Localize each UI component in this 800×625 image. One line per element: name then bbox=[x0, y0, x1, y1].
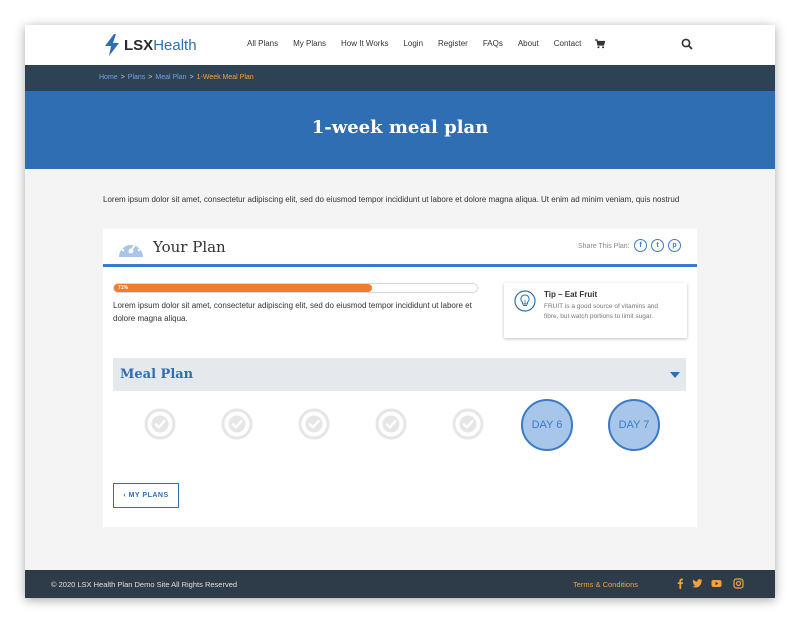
breadcrumb-home[interactable]: Home bbox=[99, 74, 118, 81]
day-completed-check-circle-icon[interactable] bbox=[143, 407, 177, 441]
share-facebook-icon[interactable]: f bbox=[634, 239, 647, 252]
site-logo[interactable]: LSXHealth bbox=[103, 33, 197, 57]
share-label: Share This Plan: bbox=[578, 243, 630, 250]
lightning-bolt-icon bbox=[105, 34, 119, 56]
logo-text: LSXHealth bbox=[124, 37, 197, 54]
breadcrumb-plans[interactable]: Plans bbox=[128, 74, 146, 81]
copyright-text: © 2020 LSX Health Plan Demo Site All Rig… bbox=[51, 580, 238, 589]
nav-faqs[interactable]: FAQs bbox=[483, 39, 503, 48]
breadcrumb-separator: > bbox=[148, 74, 153, 81]
lightbulb-icon bbox=[514, 290, 536, 312]
instagram-icon[interactable] bbox=[733, 578, 744, 589]
tip-box: Tip – Eat Fruit FRUIT is a good source o… bbox=[504, 283, 687, 338]
nav-about[interactable]: About bbox=[518, 39, 539, 48]
gauge-icon bbox=[119, 240, 143, 257]
youtube-icon[interactable] bbox=[711, 578, 722, 589]
my-plans-button[interactable]: ‹ MY PLANS bbox=[113, 483, 179, 508]
search-icon[interactable] bbox=[681, 38, 693, 50]
breadcrumb-bar: Home > Plans > Meal Plan >1-Week Meal Plan bbox=[25, 65, 775, 91]
share-pinterest-icon[interactable]: p bbox=[668, 239, 681, 252]
meal-plan-title: Meal Plan bbox=[120, 367, 194, 382]
nav-all-plans[interactable]: All Plans bbox=[247, 39, 278, 48]
day-button[interactable]: DAY 6 bbox=[521, 399, 573, 451]
intro-text: Lorem ipsum dolor sit amet, consectetur … bbox=[103, 195, 680, 204]
cart-icon[interactable] bbox=[595, 39, 605, 49]
breadcrumb-separator: > bbox=[120, 74, 125, 81]
day-completed-check-circle-icon[interactable] bbox=[220, 407, 254, 441]
plan-card-header: Your Plan Share This Plan: f t p bbox=[103, 229, 697, 267]
main-nav: All Plans My Plans How It Works Login Re… bbox=[247, 39, 596, 48]
nav-contact[interactable]: Contact bbox=[554, 39, 582, 48]
day-completed-check-circle-icon[interactable] bbox=[297, 407, 331, 441]
nav-how-it-works[interactable]: How It Works bbox=[341, 39, 388, 48]
nav-register[interactable]: Register bbox=[438, 39, 468, 48]
breadcrumb-separator: > bbox=[189, 74, 194, 81]
site-footer: © 2020 LSX Health Plan Demo Site All Rig… bbox=[25, 570, 775, 598]
nav-my-plans[interactable]: My Plans bbox=[293, 39, 326, 48]
twitter-icon[interactable] bbox=[692, 578, 703, 589]
logo-bold: LSX bbox=[124, 36, 154, 54]
progress-label: 71% bbox=[118, 285, 129, 291]
share-twitter-icon[interactable]: t bbox=[651, 239, 664, 252]
day-completed-check-circle-icon[interactable] bbox=[374, 407, 408, 441]
day-completed-check-circle-icon[interactable] bbox=[451, 407, 485, 441]
tip-text: FRUIT is a good source of vitamins and f… bbox=[544, 303, 659, 320]
browser-frame: LSXHealth All Plans My Plans How It Work… bbox=[25, 25, 775, 598]
terms-link[interactable]: Terms & Conditions bbox=[573, 580, 638, 589]
progress-bar: 71% bbox=[113, 283, 478, 293]
plan-card: Your Plan Share This Plan: f t p 71% Lor… bbox=[103, 229, 697, 527]
nav-login[interactable]: Login bbox=[403, 39, 423, 48]
hero-banner: 1-week meal plan bbox=[25, 91, 775, 169]
progress-fill bbox=[114, 284, 372, 292]
breadcrumb-meal-plan[interactable]: Meal Plan bbox=[155, 74, 186, 81]
tip-title: Tip – Eat Fruit bbox=[544, 290, 598, 299]
breadcrumb-current: 1-Week Meal Plan bbox=[196, 74, 254, 81]
page-title: 1-week meal plan bbox=[311, 117, 489, 138]
day-button[interactable]: DAY 7 bbox=[608, 399, 660, 451]
meal-plan-accordion[interactable]: Meal Plan bbox=[113, 358, 686, 391]
logo-rest: Health bbox=[153, 36, 197, 54]
breadcrumb: Home > Plans > Meal Plan >1-Week Meal Plan bbox=[99, 74, 254, 81]
plan-title: Your Plan bbox=[153, 238, 226, 256]
progress-description: Lorem ipsum dolor sit amet, consectetur … bbox=[113, 301, 472, 323]
chevron-down-icon[interactable] bbox=[670, 372, 680, 378]
facebook-icon[interactable] bbox=[675, 578, 686, 589]
site-header: LSXHealth All Plans My Plans How It Work… bbox=[25, 25, 775, 65]
